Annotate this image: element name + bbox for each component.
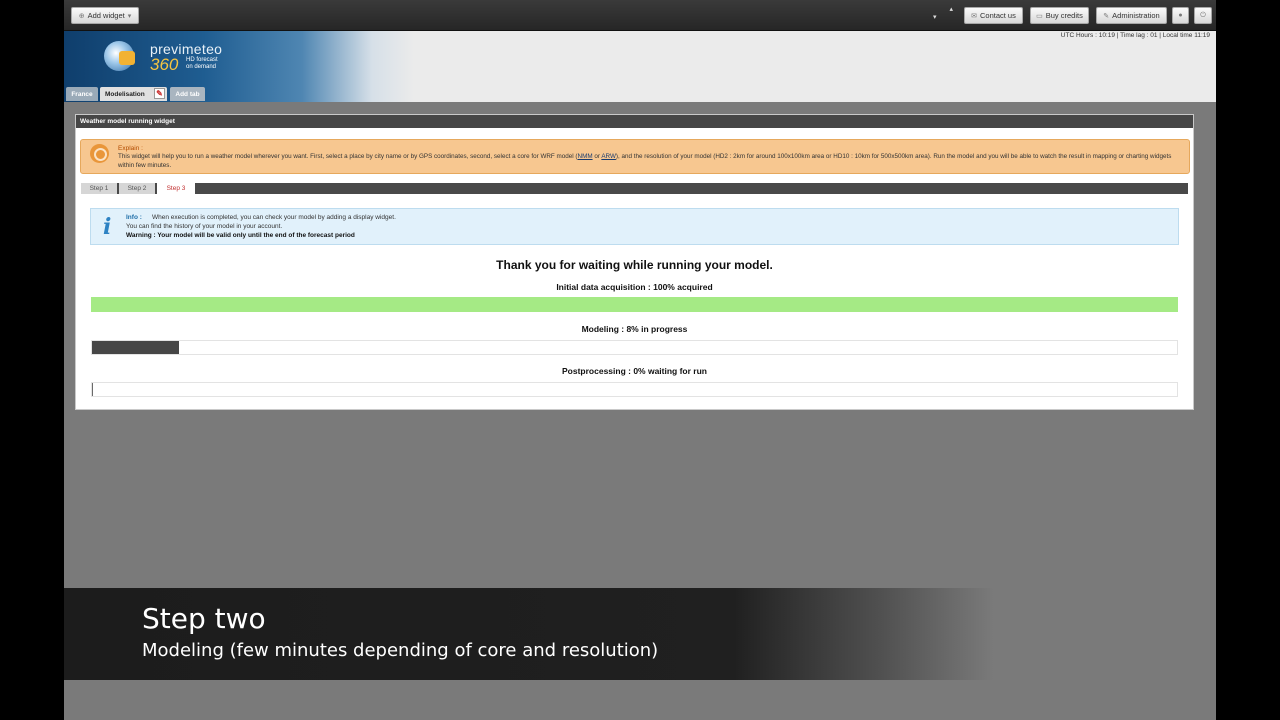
tab-label: Modelisation [105, 90, 145, 98]
top-toolbar: ⊕ Add widget ▾ ▴ ▾ ✉ Contact us ▭ Buy cre… [64, 0, 1216, 31]
brand-tagline-1: HD forecast [186, 57, 218, 63]
tab-label: Add tab [175, 90, 200, 98]
add-widget-button[interactable]: ⊕ Add widget ▾ [71, 7, 139, 24]
step-tabs: Step 1 Step 2 Step 3 [81, 183, 1188, 194]
user-account-button[interactable]: ● [1172, 7, 1189, 24]
buy-credits-button[interactable]: ▭ Buy credits [1030, 7, 1089, 24]
tab-step-1[interactable]: Step 1 [81, 183, 117, 194]
postprocessing-progress-bar [91, 382, 1178, 397]
info-icon: i [103, 214, 112, 240]
explain-title: Explain : [118, 145, 143, 152]
buy-credits-label: Buy credits [1045, 11, 1083, 20]
power-icon: ⏻ [1200, 11, 1206, 19]
tab-step-3[interactable]: Step 3 [157, 183, 195, 194]
administration-label: Administration [1112, 11, 1160, 20]
info-warning: Warning : Your model will be valid only … [126, 232, 355, 239]
widget-title: Weather model running widget [76, 115, 1193, 128]
acquisition-status: Initial data acquisition : 100% acquired [556, 282, 713, 292]
collapse-expand-arrows-icon[interactable]: ▴ ▾ [933, 6, 953, 24]
contact-us-button[interactable]: ✉ Contact us [964, 7, 1023, 24]
cart-icon: ▭ [1036, 12, 1043, 20]
progress-fill [92, 298, 1177, 311]
tab-add[interactable]: Add tab [170, 87, 205, 101]
tab-step-2[interactable]: Step 2 [119, 183, 155, 194]
target-icon [90, 144, 109, 163]
tab-label: France [71, 90, 93, 98]
plus-icon: ⊕ [78, 12, 85, 20]
acquisition-progress-bar [91, 297, 1178, 312]
contact-us-label: Contact us [980, 11, 1016, 20]
mail-icon: ✉ [971, 12, 977, 20]
header: previmeteo 360 HD forecast on demand UTC… [64, 31, 1216, 102]
explain-box: Explain : This widget will help you to r… [80, 139, 1190, 174]
modeling-status: Modeling : 8% in progress [581, 324, 688, 334]
time-info: UTC Hours : 10:19 | Time lag : 01 | Loca… [1060, 32, 1210, 39]
brand-number: 360 [150, 55, 179, 74]
info-title: Info : [126, 214, 142, 221]
explain-text: This widget will help you to run a weath… [118, 153, 1188, 170]
info-line-2: You can find the history of your model i… [126, 223, 283, 230]
status-heading: Thank you for waiting while running your… [496, 258, 773, 272]
explain-text-part: This widget will help you to run a weath… [118, 153, 578, 160]
chevron-down-icon: ▾ [127, 12, 132, 20]
weather-model-widget: Weather model running widget Explain : T… [75, 114, 1194, 410]
caption-subtitle: Modeling (few minutes depending of core … [142, 640, 659, 661]
progress-fill [92, 341, 179, 354]
nmm-link[interactable]: NMM [578, 153, 593, 160]
brand-tagline-2: on demand [186, 64, 217, 70]
progress-fill [92, 383, 93, 396]
user-icon: ● [1178, 12, 1183, 19]
info-box: i Info : When execution is completed, yo… [90, 208, 1179, 245]
sun-logo-icon [119, 51, 135, 65]
administration-button[interactable]: ✎ Administration [1096, 7, 1167, 24]
add-widget-label: Add widget [87, 11, 125, 20]
info-line-1: When execution is completed, you can che… [152, 214, 396, 221]
modeling-progress-bar [91, 340, 1178, 355]
edit-tab-icon[interactable]: ✎ [154, 88, 165, 99]
logout-button[interactable]: ⏻ [1194, 7, 1212, 24]
video-caption: Step two Modeling (few minutes depending… [64, 588, 994, 680]
caption-title: Step two [142, 602, 266, 635]
tab-france[interactable]: France [66, 87, 98, 101]
wrench-icon: ✎ [1103, 12, 1110, 20]
arw-link[interactable]: ARW [601, 153, 616, 160]
postprocessing-status: Postprocessing : 0% waiting for run [562, 366, 707, 376]
tab-modelisation[interactable]: Modelisation ✎ [100, 87, 167, 101]
